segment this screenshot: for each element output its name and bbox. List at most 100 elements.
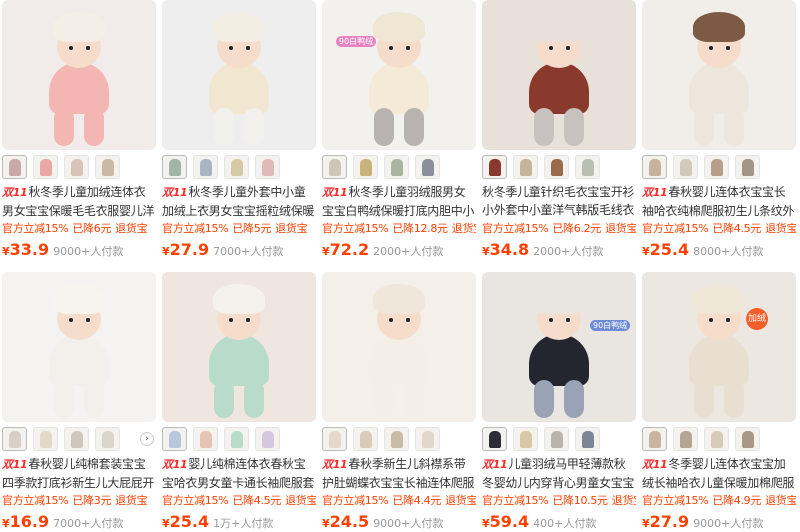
product-image[interactable] bbox=[482, 0, 636, 150]
product-title[interactable]: 双11秋冬季儿童加绒连体衣男女宝宝保暖毛毛衣服婴儿洋气外出 bbox=[2, 183, 156, 219]
promo-tag: 退货宝 bbox=[275, 222, 308, 235]
color-thumbnail[interactable] bbox=[322, 155, 347, 179]
color-thumbnail[interactable] bbox=[673, 155, 698, 179]
product-title[interactable]: 双11婴儿纯棉连体衣春秋宝宝哈衣男女童卡通长袖爬服套装幼儿 bbox=[162, 455, 316, 491]
product-image[interactable] bbox=[642, 0, 796, 150]
color-thumbnail[interactable] bbox=[415, 155, 440, 179]
promo-tags: 官方立减15% 已降4.4元 退货宝 bbox=[322, 493, 476, 509]
color-thumbnail[interactable] bbox=[193, 155, 218, 179]
promo-tag: 官方立减15% bbox=[322, 494, 389, 507]
color-thumbnail[interactable] bbox=[162, 427, 187, 451]
product-image[interactable] bbox=[2, 0, 156, 150]
color-thumbnail[interactable] bbox=[673, 427, 698, 451]
product-image[interactable] bbox=[322, 272, 476, 422]
color-thumbnail[interactable] bbox=[255, 427, 280, 451]
color-thumbnail[interactable] bbox=[482, 155, 507, 179]
product-price: 25.4 bbox=[649, 240, 690, 259]
color-thumbnail[interactable] bbox=[64, 155, 89, 179]
color-thumbnail[interactable] bbox=[704, 155, 729, 179]
price-row: ¥24.5 9000+人付款 bbox=[322, 512, 476, 532]
promo-tag: 退货宝 bbox=[451, 222, 476, 235]
product-image[interactable]: 90白鸭绒 bbox=[322, 0, 476, 150]
color-thumbnail[interactable] bbox=[384, 427, 409, 451]
product-title[interactable]: 秋冬季儿童针织毛衣宝宝开衫小外套中小童洋气韩版毛线衣男女 bbox=[482, 183, 636, 219]
color-thumbnail[interactable] bbox=[255, 155, 280, 179]
color-thumbnail[interactable] bbox=[735, 427, 760, 451]
sales-count: 9000+人付款 bbox=[53, 245, 124, 258]
sales-count: 400+人付款 bbox=[533, 517, 597, 530]
product-price: 59.4 bbox=[489, 512, 530, 531]
price-row: ¥27.9 7000+人付款 bbox=[162, 240, 316, 260]
color-thumbnails bbox=[642, 427, 796, 451]
product-card[interactable]: 双11春秋季新生儿斜襟系带护肚蝴蝶衣宝宝长袖连体爬服四季款官方立减15%已降4.… bbox=[322, 272, 476, 532]
color-thumbnail[interactable] bbox=[513, 427, 538, 451]
product-card[interactable]: 加绒双11冬季婴儿连体衣宝宝加绒长袖哈衣儿童保暖加棉爬服春秋外官方立减15%已降… bbox=[642, 272, 796, 532]
sales-count: 7000+人付款 bbox=[53, 517, 124, 530]
product-card[interactable]: 秋冬季儿童针织毛衣宝宝开衫小外套中小童洋气韩版毛线衣男女官方立减15%已降6.2… bbox=[482, 0, 636, 262]
product-card[interactable]: 双11春秋婴儿连体衣宝宝长袖哈衣纯棉爬服初生儿条纹外出服小官方立减15%已降4.… bbox=[642, 0, 796, 262]
color-thumbnail[interactable] bbox=[735, 155, 760, 179]
color-thumbnail[interactable] bbox=[575, 427, 600, 451]
product-title[interactable]: 双11春秋婴儿连体衣宝宝长袖哈衣纯棉爬服初生儿条纹外出服小 bbox=[642, 183, 796, 219]
currency-symbol: ¥ bbox=[322, 517, 330, 530]
product-card[interactable]: › 双11春秋婴儿纯棉套装宝宝四季款打底衫新生儿大屁屁开档裤秋官方立减15%已降3… bbox=[2, 272, 156, 532]
color-thumbnails: › bbox=[2, 427, 156, 451]
color-thumbnails bbox=[162, 155, 316, 179]
color-thumbnail[interactable] bbox=[544, 155, 569, 179]
product-title[interactable]: 双11秋冬季儿童羽绒服男女宝宝白鸭绒保暖打底内胆中小童翻领 bbox=[322, 183, 476, 219]
color-thumbnail[interactable] bbox=[33, 427, 58, 451]
product-image[interactable]: 90白鸭绒 bbox=[482, 272, 636, 422]
image-watermark: 90白鸭绒 bbox=[590, 320, 631, 331]
color-thumbnail[interactable] bbox=[575, 155, 600, 179]
product-image[interactable]: 加绒 bbox=[642, 272, 796, 422]
color-thumbnail[interactable] bbox=[482, 427, 507, 451]
color-thumbnail[interactable] bbox=[513, 155, 538, 179]
product-card[interactable]: 双11婴儿纯棉连体衣春秋宝宝哈衣男女童卡通长袖爬服套装幼儿官方立减15%已降4.… bbox=[162, 272, 316, 532]
feature-badge: 加绒 bbox=[746, 308, 768, 330]
promo-tags: 官方立减15% 已降4.5元 退货宝 bbox=[162, 493, 316, 509]
double11-tag: 双11 bbox=[162, 186, 188, 199]
product-image[interactable] bbox=[162, 0, 316, 150]
double11-tag: 双11 bbox=[322, 186, 348, 199]
color-thumbnail[interactable] bbox=[64, 427, 89, 451]
sales-count: 9000+人付款 bbox=[373, 517, 444, 530]
double11-tag: 双11 bbox=[162, 458, 188, 471]
promo-tags: 官方立减15% 已降6元 退货宝 bbox=[2, 221, 156, 237]
color-thumbnail[interactable] bbox=[162, 155, 187, 179]
product-card[interactable]: 90白鸭绒双11秋冬季儿童羽绒服男女宝宝白鸭绒保暖打底内胆中小童翻领官方立减15… bbox=[322, 0, 476, 262]
color-thumbnail[interactable] bbox=[33, 155, 58, 179]
promo-tag: 退货宝 bbox=[115, 494, 148, 507]
color-thumbnail[interactable] bbox=[384, 155, 409, 179]
thumbnail-next-arrow[interactable]: › bbox=[140, 432, 154, 446]
color-thumbnail[interactable] bbox=[95, 155, 120, 179]
color-thumbnail[interactable] bbox=[353, 427, 378, 451]
product-image[interactable] bbox=[2, 272, 156, 422]
double11-tag: 双11 bbox=[642, 186, 668, 199]
color-thumbnail[interactable] bbox=[224, 155, 249, 179]
color-thumbnail[interactable] bbox=[322, 427, 347, 451]
product-title[interactable]: 双11冬季婴儿连体衣宝宝加绒长袖哈衣儿童保暖加棉爬服春秋外 bbox=[642, 455, 796, 491]
product-title[interactable]: 双11儿童羽绒马甲轻薄款秋冬婴幼儿内穿背心男童女宝宝保暖内胆 bbox=[482, 455, 636, 491]
color-thumbnail[interactable] bbox=[704, 427, 729, 451]
product-card[interactable]: 双11秋冬季儿童加绒连体衣男女宝宝保暖毛毛衣服婴儿洋气外出官方立减15%已降6元… bbox=[2, 0, 156, 262]
color-thumbnail[interactable] bbox=[95, 427, 120, 451]
color-thumbnail[interactable] bbox=[642, 155, 667, 179]
product-title[interactable]: 双11春秋婴儿纯棉套装宝宝四季款打底衫新生儿大屁屁开档裤秋 bbox=[2, 455, 156, 491]
color-thumbnail[interactable] bbox=[415, 427, 440, 451]
promo-tag: 官方立减15% bbox=[2, 494, 69, 507]
product-title[interactable]: 双11春秋季新生儿斜襟系带护肚蝴蝶衣宝宝长袖连体爬服四季款 bbox=[322, 455, 476, 491]
color-thumbnail[interactable] bbox=[544, 427, 569, 451]
currency-symbol: ¥ bbox=[162, 245, 170, 258]
promo-tag: 已降12.8元 bbox=[392, 222, 448, 235]
promo-tag: 官方立减15% bbox=[482, 222, 549, 235]
color-thumbnail[interactable] bbox=[2, 155, 27, 179]
color-thumbnail[interactable] bbox=[2, 427, 27, 451]
color-thumbnail[interactable] bbox=[353, 155, 378, 179]
color-thumbnail[interactable] bbox=[224, 427, 249, 451]
color-thumbnail[interactable] bbox=[642, 427, 667, 451]
product-card[interactable]: 双11秋冬季儿童外套中小童加绒上衣男女宝宝摇粒绒保暖衣服春官方立减15%已降5元… bbox=[162, 0, 316, 262]
product-title[interactable]: 双11秋冬季儿童外套中小童加绒上衣男女宝宝摇粒绒保暖衣服春 bbox=[162, 183, 316, 219]
product-card[interactable]: 90白鸭绒双11儿童羽绒马甲轻薄款秋冬婴幼儿内穿背心男童女宝宝保暖内胆官方立减1… bbox=[482, 272, 636, 532]
color-thumbnail[interactable] bbox=[193, 427, 218, 451]
product-image[interactable] bbox=[162, 272, 316, 422]
